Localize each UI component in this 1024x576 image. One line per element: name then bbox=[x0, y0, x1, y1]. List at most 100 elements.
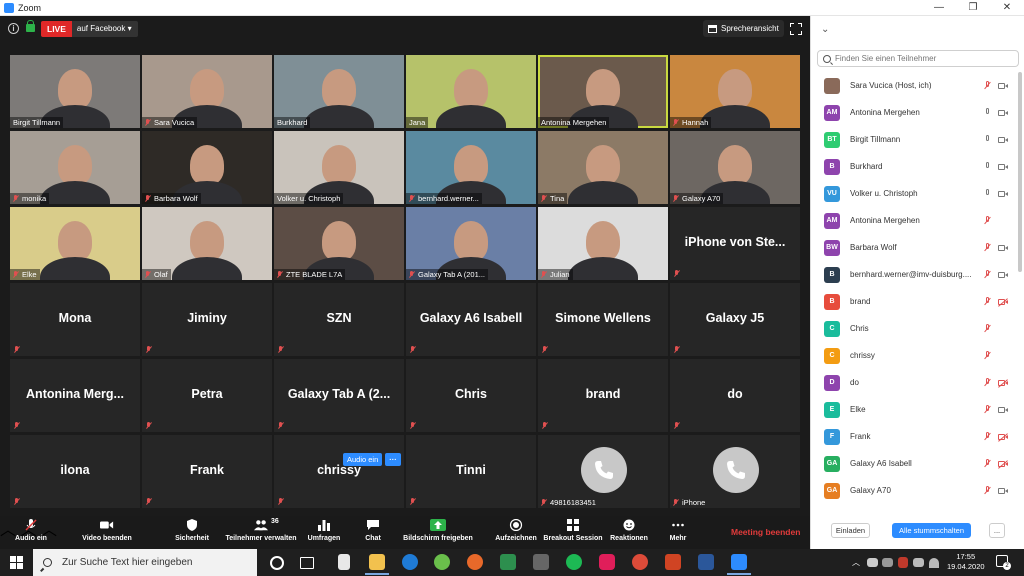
participant-tile[interactable]: Volker u. Christoph bbox=[274, 131, 404, 204]
close-button[interactable]: ✕ bbox=[990, 0, 1024, 16]
participant-tile[interactable]: Mona bbox=[10, 283, 140, 356]
participant-tile[interactable]: Sara Vucica bbox=[142, 55, 272, 128]
invite-button[interactable]: Einladen bbox=[831, 523, 870, 538]
participant-list-item[interactable]: Bbrand bbox=[811, 288, 1017, 315]
participant-tile[interactable]: Galaxy A6 Isabell bbox=[406, 283, 536, 356]
reactions-button[interactable]: Reaktionen bbox=[608, 516, 650, 549]
tile-more-button[interactable]: ··· bbox=[385, 453, 401, 466]
lock-icon[interactable] bbox=[26, 20, 35, 32]
participant-list-item[interactable]: BT Birgit Tillmann bbox=[811, 126, 1017, 153]
info-icon[interactable]: i bbox=[8, 23, 19, 34]
participant-tile[interactable]: Petra bbox=[142, 359, 272, 432]
tray-app-icon[interactable] bbox=[867, 558, 878, 567]
mic-muted-icon[interactable] bbox=[984, 216, 991, 225]
spotify-icon[interactable] bbox=[566, 554, 582, 570]
file-icon[interactable] bbox=[338, 554, 350, 570]
camera-icon[interactable] bbox=[998, 406, 1009, 414]
participant-list-item[interactable]: GA Galaxy A70 bbox=[811, 477, 1017, 504]
edge-browser-icon[interactable] bbox=[402, 554, 418, 570]
camera-icon[interactable] bbox=[998, 163, 1009, 171]
collapse-panel-icon[interactable]: ⌄ bbox=[821, 24, 829, 35]
participant-list-scrollbar[interactable] bbox=[1018, 72, 1022, 272]
file-explorer-icon[interactable] bbox=[365, 554, 389, 575]
chat-button[interactable]: Chat bbox=[356, 516, 390, 549]
notes-app-icon[interactable] bbox=[500, 554, 516, 570]
mic-icon[interactable] bbox=[984, 189, 991, 198]
fullscreen-icon[interactable] bbox=[790, 23, 802, 35]
participant-list-item[interactable]: AM Antonina Mergehen bbox=[811, 99, 1017, 126]
participant-tile[interactable]: Birgit Tillmann bbox=[10, 55, 140, 128]
participant-list-item[interactable]: B Burkhard bbox=[811, 153, 1017, 180]
participant-list-item[interactable]: Bbernhard.werner@imv-duisburg.... bbox=[811, 261, 1017, 288]
tray-device-icon[interactable] bbox=[882, 558, 893, 567]
participant-tile[interactable]: do bbox=[670, 359, 800, 432]
battery-icon[interactable] bbox=[913, 558, 924, 567]
camera-icon[interactable] bbox=[998, 487, 1009, 495]
minimize-button[interactable]: — bbox=[922, 0, 956, 16]
participant-tile[interactable]: ilona bbox=[10, 435, 140, 508]
taskbar-search-box[interactable]: Zur Suche Text hier eingeben bbox=[33, 549, 257, 576]
task-view-icon[interactable] bbox=[300, 557, 314, 569]
participant-list-item[interactable]: F Frank bbox=[811, 423, 1017, 450]
live-destination-dropdown[interactable]: auf Facebook ▾ bbox=[71, 21, 138, 37]
participant-search-input[interactable] bbox=[835, 54, 1005, 63]
participant-list-item[interactable]: VU Volker u. Christoph bbox=[811, 180, 1017, 207]
participant-tile[interactable]: Elke bbox=[10, 207, 140, 280]
manage-participants-button[interactable]: 36 Teilnehmer verwalten bbox=[220, 516, 302, 549]
audio-on-button[interactable]: Audio ein bbox=[10, 516, 52, 549]
powerpoint-icon[interactable] bbox=[665, 554, 681, 570]
participant-tile[interactable]: Tina bbox=[538, 131, 668, 204]
mic-icon[interactable] bbox=[984, 108, 991, 117]
mic-muted-icon[interactable] bbox=[984, 297, 991, 306]
calculator-icon[interactable] bbox=[533, 554, 549, 570]
live-stream-indicator[interactable]: LIVE auf Facebook ▾ bbox=[41, 21, 138, 37]
camera-icon[interactable] bbox=[998, 82, 1009, 90]
participant-tile[interactable]: chrissy bbox=[274, 435, 404, 508]
participant-tile[interactable]: Olaf bbox=[142, 207, 272, 280]
participant-tile[interactable]: Galaxy Tab A (201... bbox=[406, 207, 536, 280]
maximize-button[interactable]: ❐ bbox=[956, 0, 990, 16]
participant-tile[interactable]: Frank bbox=[142, 435, 272, 508]
more-button[interactable]: Mehr bbox=[662, 516, 694, 549]
cloud-app-icon[interactable] bbox=[434, 554, 450, 570]
participant-tile[interactable]: Antonina Merg... bbox=[10, 359, 140, 432]
camera-icon[interactable] bbox=[998, 271, 1009, 279]
participant-tile[interactable]: SZN bbox=[274, 283, 404, 356]
mic-muted-icon[interactable] bbox=[984, 351, 991, 360]
tray-overflow-icon[interactable]: ︿ bbox=[852, 557, 860, 568]
participant-list-item[interactable]: BW Barbara Wolf bbox=[811, 234, 1017, 261]
polls-button[interactable]: Umfragen bbox=[304, 516, 344, 549]
participant-list-item[interactable]: Cchrissy bbox=[811, 342, 1017, 369]
participant-tile[interactable]: ZTE BLADE L7A bbox=[274, 207, 404, 280]
speaker-view-button[interactable]: Sprecheransicht bbox=[703, 20, 784, 37]
participant-tile[interactable]: 49816183451 bbox=[538, 435, 668, 508]
notification-center-icon[interactable]: 2 bbox=[996, 555, 1011, 570]
mic-muted-icon[interactable] bbox=[984, 459, 991, 468]
mic-muted-icon[interactable] bbox=[984, 405, 991, 414]
participant-tile[interactable]: Galaxy J5 bbox=[670, 283, 800, 356]
taskbar-clock[interactable]: 17:55 19.04.2020 bbox=[947, 552, 985, 572]
participant-tile[interactable]: iPhone bbox=[670, 435, 800, 508]
mic-muted-icon[interactable] bbox=[984, 486, 991, 495]
participant-list-item[interactable]: Ddo bbox=[811, 369, 1017, 396]
security-button[interactable]: Sicherheit bbox=[170, 516, 214, 549]
stop-video-button[interactable]: Video beenden bbox=[76, 516, 138, 549]
mic-muted-icon[interactable] bbox=[984, 243, 991, 252]
participant-tile[interactable]: Barbara Wolf bbox=[142, 131, 272, 204]
participant-list-item[interactable]: GA Galaxy A6 Isabell bbox=[811, 450, 1017, 477]
participant-tile[interactable]: Burkhard bbox=[274, 55, 404, 128]
wifi-icon[interactable] bbox=[929, 558, 939, 568]
end-meeting-button[interactable]: Meeting beenden bbox=[731, 527, 800, 537]
zoom-taskbar-icon[interactable] bbox=[727, 554, 751, 575]
participant-list-item[interactable]: AM Antonina Mergehen bbox=[811, 207, 1017, 234]
camera-off-icon[interactable] bbox=[998, 433, 1009, 442]
mic-muted-icon[interactable] bbox=[984, 378, 991, 387]
participant-tile[interactable]: monika bbox=[10, 131, 140, 204]
mic-muted-icon[interactable] bbox=[984, 81, 991, 90]
participant-search-box[interactable] bbox=[817, 50, 1019, 67]
mic-icon[interactable] bbox=[984, 135, 991, 144]
record-button[interactable]: Aufzeichnen bbox=[492, 516, 540, 549]
participant-tile[interactable]: Hannah bbox=[670, 55, 800, 128]
participant-tile[interactable]: Julian bbox=[538, 207, 668, 280]
tray-shield-icon[interactable] bbox=[898, 557, 908, 568]
